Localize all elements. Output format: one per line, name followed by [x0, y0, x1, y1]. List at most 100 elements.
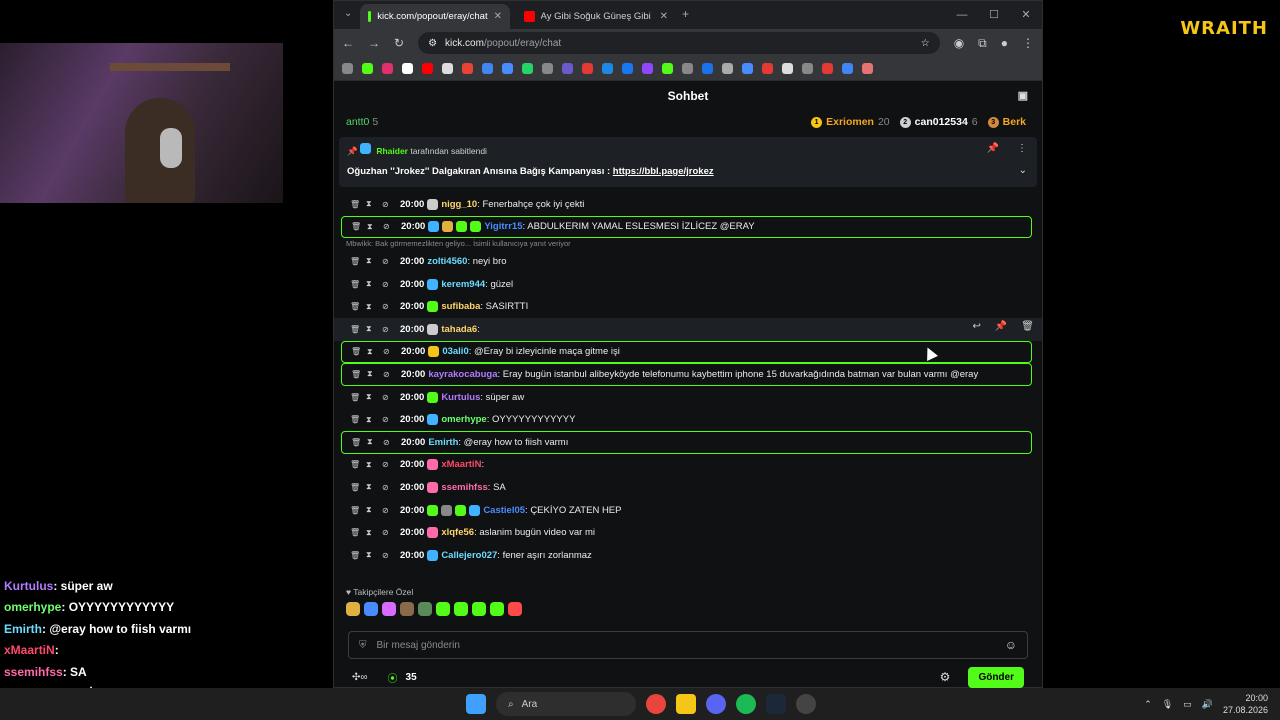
- pinned-by-user[interactable]: Rhaider: [376, 146, 408, 156]
- chat-username[interactable]: xMaartiN: [441, 459, 481, 470]
- tab-search-icon[interactable]: ⌄: [344, 8, 352, 19]
- system-clock[interactable]: 20:00 27.08.2026: [1223, 692, 1268, 716]
- chat-message[interactable]: 🗑 ⧗ ⊘ 20:00 kerem944: güzel: [334, 273, 1042, 296]
- bookmark-icon[interactable]: [422, 63, 433, 74]
- ban-icon[interactable]: ⊘: [382, 506, 398, 515]
- bookmark-icon[interactable]: [842, 63, 853, 74]
- chat-message[interactable]: 🗑 ⧗ ⊘ 20:00 nigg_10: Fenerbahçe çok iyi çekt…: [334, 193, 1042, 216]
- chat-message[interactable]: 🗑 ⧗ ⊘ 20:00 Yigitrr15: ABDULKERIM YAMAL ESLE…: [341, 215, 1032, 239]
- chrome-icon[interactable]: [646, 694, 666, 714]
- bookmark-icon[interactable]: [762, 63, 773, 74]
- timeout-icon[interactable]: ⧗: [366, 302, 382, 312]
- emote-icon[interactable]: [436, 602, 450, 616]
- delete-message-icon[interactable]: 🗑: [350, 415, 366, 424]
- ban-icon[interactable]: ⊘: [383, 370, 399, 379]
- emote-icon[interactable]: [508, 602, 522, 616]
- bookmark-icon[interactable]: [402, 63, 413, 74]
- bookmark-icon[interactable]: [522, 63, 533, 74]
- timeout-icon[interactable]: ⧗: [366, 324, 382, 334]
- bookmark-icon[interactable]: [342, 63, 353, 74]
- reload-icon[interactable]: ↻: [394, 36, 404, 50]
- profile-avatar[interactable]: ●: [1001, 36, 1008, 50]
- delete-message-icon[interactable]: 🗑: [350, 280, 366, 289]
- bookmark-star-icon[interactable]: ☆: [921, 38, 930, 49]
- chat-username[interactable]: tahada6: [441, 324, 477, 335]
- delete-icon[interactable]: 🗑: [1021, 321, 1034, 332]
- timeout-icon[interactable]: ⧗: [366, 392, 382, 402]
- delete-message-icon[interactable]: 🗑: [350, 302, 366, 311]
- chat-message[interactable]: 🗑 ⧗ ⊘ 20:00 Kurtulus: süper aw: [334, 386, 1042, 409]
- timeout-icon[interactable]: ⧗: [367, 437, 383, 447]
- chevron-up-icon[interactable]: ⌃: [1144, 699, 1152, 710]
- chat-username[interactable]: Yigitrr15: [484, 221, 522, 232]
- tab-youtube[interactable]: Ay Gibi Soğuk Güneş Gibi Sıcak ✕: [516, 4, 676, 29]
- emoji-picker-icon[interactable]: ☺: [1005, 638, 1017, 652]
- bookmark-icon[interactable]: [462, 63, 473, 74]
- spotify-icon[interactable]: [736, 694, 756, 714]
- ban-icon[interactable]: ⊘: [382, 460, 398, 469]
- timeout-icon[interactable]: ⧗: [366, 415, 382, 425]
- maximize-icon[interactable]: ☐: [978, 1, 1010, 29]
- bookmark-icon[interactable]: [862, 63, 873, 74]
- file-explorer-icon[interactable]: [676, 694, 696, 714]
- volume-icon[interactable]: 🔊: [1202, 699, 1213, 710]
- gift-icon[interactable]: ▣: [1018, 89, 1028, 102]
- chat-username[interactable]: sufibaba: [441, 301, 480, 312]
- chat-username[interactable]: xlqfe56: [441, 527, 474, 538]
- slow-mode-icon[interactable]: ✣∞: [352, 672, 368, 683]
- chat-message[interactable]: 🗑 ⧗ ⊘ 20:00 tahada6: ↩ 📌 🗑: [334, 317, 1042, 341]
- forward-icon[interactable]: →: [368, 36, 380, 50]
- chat-username[interactable]: nigg_10: [441, 199, 477, 210]
- chat-message[interactable]: 🗑 ⧗ ⊘ 20:00 kayrakocabuga: Eray bugün istanb…: [341, 363, 1032, 386]
- delete-message-icon[interactable]: 🗑: [351, 370, 367, 379]
- minimize-icon[interactable]: —: [946, 1, 978, 29]
- chat-message[interactable]: 🗑 ⧗ ⊘ 20:00 xMaartiN:: [334, 454, 1042, 477]
- gifter-user[interactable]: antt0: [346, 116, 369, 128]
- chat-settings-icon[interactable]: ⚙: [940, 670, 951, 684]
- bookmark-icon[interactable]: [722, 63, 733, 74]
- bookmark-icon[interactable]: [802, 63, 813, 74]
- bookmark-icon[interactable]: [822, 63, 833, 74]
- emote-icon[interactable]: [382, 602, 396, 616]
- chat-message[interactable]: 🗑 ⧗ ⊘ 20:00 sufibaba: SASIRTTI: [334, 295, 1042, 318]
- emote-icon[interactable]: [454, 602, 468, 616]
- timeout-icon[interactable]: ⧗: [366, 550, 382, 560]
- delete-message-icon[interactable]: 🗑: [350, 257, 366, 266]
- extensions-puzzle-icon[interactable]: ⧉: [978, 36, 987, 51]
- delete-message-icon[interactable]: 🗑: [350, 528, 366, 537]
- ban-icon[interactable]: ⊘: [383, 438, 399, 447]
- chat-username[interactable]: zolti4560: [427, 256, 467, 267]
- chevron-down-icon[interactable]: ⌄: [1019, 165, 1027, 176]
- timeout-icon[interactable]: ⧗: [367, 369, 383, 379]
- emote-icon[interactable]: [472, 602, 486, 616]
- bookmark-icon[interactable]: [562, 63, 573, 74]
- delete-message-icon[interactable]: 🗑: [350, 393, 366, 402]
- emote-icon[interactable]: [400, 602, 414, 616]
- bookmark-icon[interactable]: [382, 63, 393, 74]
- bookmark-icon[interactable]: [442, 63, 453, 74]
- pin-message-icon[interactable]: 📌: [995, 321, 1007, 332]
- chat-message[interactable]: 🗑 ⧗ ⊘ 20:00 Emirth: @eray how to fiish varmı: [341, 430, 1032, 454]
- chat-username[interactable]: kayrakocabuga: [428, 369, 497, 380]
- back-icon[interactable]: ←: [342, 36, 354, 50]
- bookmark-icon[interactable]: [682, 63, 693, 74]
- top-gifter[interactable]: 3 Berk: [987, 116, 1030, 128]
- discord-icon[interactable]: [706, 694, 726, 714]
- send-button[interactable]: Gönder: [968, 666, 1024, 688]
- bookmark-icon[interactable]: [362, 63, 373, 74]
- delete-message-icon[interactable]: 🗑: [350, 506, 366, 515]
- obs-icon[interactable]: [796, 694, 816, 714]
- ban-icon[interactable]: ⊘: [382, 415, 398, 424]
- close-window-icon[interactable]: ✕: [1010, 1, 1042, 29]
- emote-icon[interactable]: [346, 602, 360, 616]
- reply-icon[interactable]: ↩: [972, 321, 980, 332]
- timeout-icon[interactable]: ⧗: [367, 222, 383, 232]
- delete-message-icon[interactable]: 🗑: [351, 347, 367, 356]
- chat-input[interactable]: ⛨ Bir mesaj gönderin ☺: [348, 631, 1028, 659]
- bookmark-icon[interactable]: [742, 63, 753, 74]
- emote-icon[interactable]: [418, 602, 432, 616]
- chat-message[interactable]: 🗑 ⧗ ⊘ 20:00 Callejero027: fener aşırı zorlan…: [334, 544, 1042, 567]
- timeout-icon[interactable]: ⧗: [366, 256, 382, 266]
- bookmark-icon[interactable]: [582, 63, 593, 74]
- chat-username[interactable]: Callejero027: [441, 550, 497, 561]
